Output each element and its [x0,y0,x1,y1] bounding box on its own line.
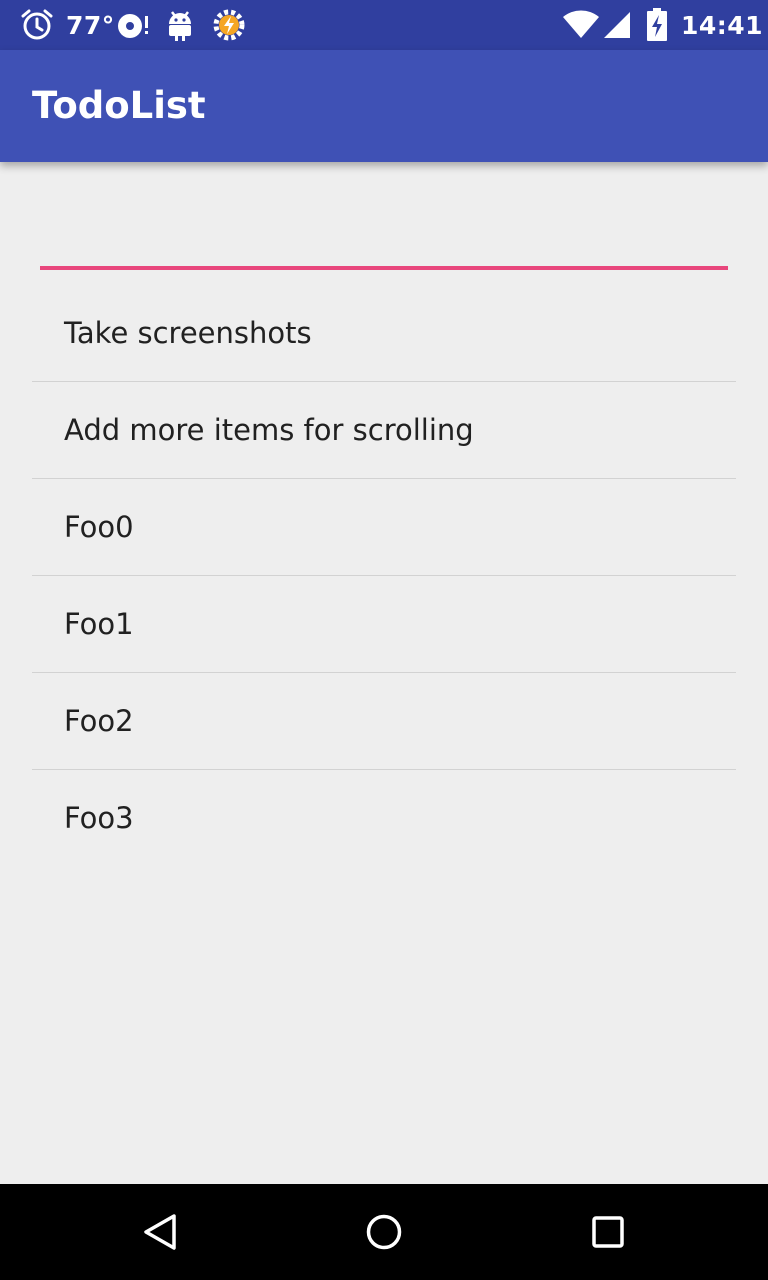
recents-button[interactable] [560,1184,656,1280]
status-bar: 77° 14:41 [0,0,768,50]
wifi-icon [562,0,600,50]
clock-label: 14:41 [681,0,763,50]
android-icon [166,0,194,50]
tasker-icon [212,0,246,50]
todo-list: Take screenshots Add more items for scro… [32,285,736,866]
todo-item[interactable]: Add more items for scrolling [32,382,736,479]
todo-item[interactable]: Foo1 [32,576,736,673]
battery-icon [646,0,668,50]
clock-text: 14:41 [681,10,764,40]
new-todo-input[interactable] [40,214,728,270]
back-icon [144,1214,176,1250]
home-button[interactable] [336,1184,432,1280]
recents-icon [592,1216,624,1248]
todo-item[interactable]: Foo3 [32,770,736,866]
temperature-label: 77° [66,0,115,50]
disc-icon [116,0,150,50]
app-bar: TodoList [0,50,768,162]
back-button[interactable] [112,1184,208,1280]
navigation-bar [0,1184,768,1280]
todo-item[interactable]: Foo0 [32,479,736,576]
temperature-text: 77° [66,10,115,40]
app-title: TodoList [32,84,206,127]
home-icon [366,1214,402,1250]
signal-icon [602,0,632,50]
todo-item[interactable]: Foo2 [32,673,736,770]
alarm-icon [20,0,54,50]
todo-item[interactable]: Take screenshots [32,285,736,382]
